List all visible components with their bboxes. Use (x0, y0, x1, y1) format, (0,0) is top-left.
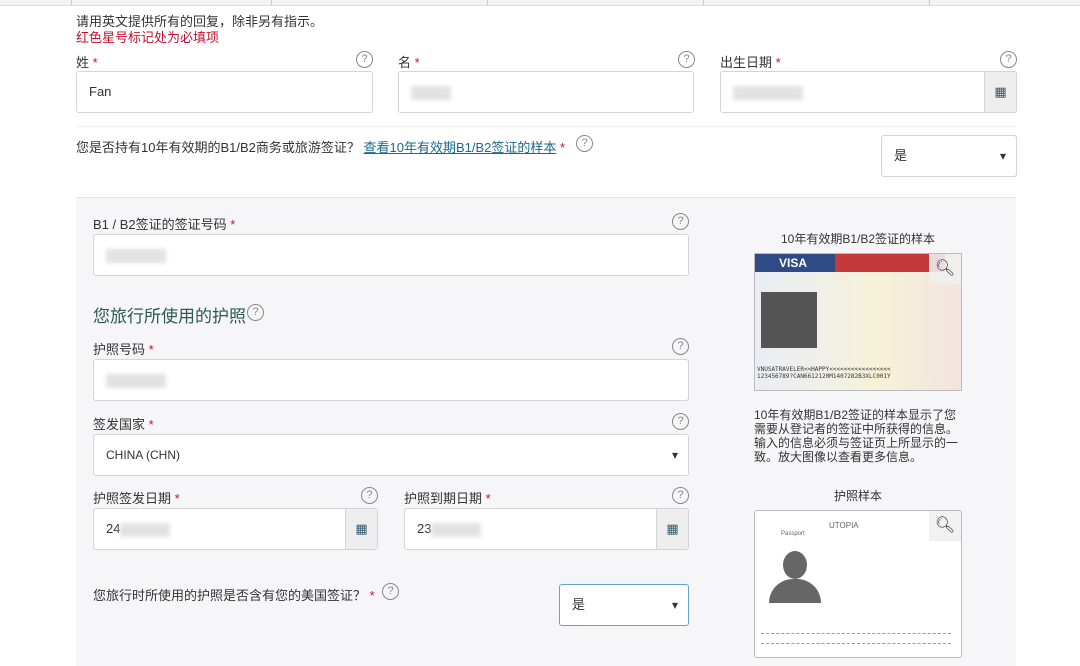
visa-number-label-text: B1 / B2签证的签证号码 (93, 217, 227, 232)
calendar-icon[interactable]: ▦ (984, 72, 1016, 112)
dob-label: 出生日期 * (720, 52, 781, 71)
surname-label-text: 姓 (76, 55, 90, 70)
passport-number-label: 护照号码 * (93, 339, 154, 358)
surname-input[interactable]: Fan (76, 71, 373, 113)
given-name-input[interactable] (398, 71, 694, 113)
visa-header: VISA (755, 254, 835, 272)
visa-photo (761, 292, 817, 348)
tab[interactable] (488, 0, 704, 6)
magnifier-icon[interactable]: 🔍︎ (929, 511, 961, 541)
required-mark: * (230, 217, 236, 232)
avatar-head-icon (783, 551, 807, 579)
required-mark: * (92, 55, 98, 70)
required-mark: * (560, 140, 566, 155)
help-icon[interactable]: ? (356, 51, 373, 68)
required-note: 红色星号标记处为必填项 (76, 30, 220, 45)
issue-date-label: 护照签发日期 * (93, 488, 180, 507)
passport-mrz (761, 633, 951, 635)
redacted-value (106, 248, 166, 263)
issue-date-input[interactable]: 24 ▦ (93, 508, 378, 550)
calendar-icon[interactable]: ▦ (345, 509, 377, 549)
dob-input[interactable]: ▦ (720, 71, 1017, 113)
magnifier-icon[interactable]: 🔍︎ (929, 254, 961, 284)
redacted-value (120, 522, 171, 537)
redacted-value (106, 373, 166, 388)
help-icon[interactable]: ? (361, 487, 378, 504)
visa-mrz: VNUSATRAVELER<<HAPPY<<<<<<<<<<<<<<<<< 123… (757, 366, 891, 380)
visa-mrz-line: VNUSATRAVELER<<HAPPY<<<<<<<<<<<<<<<<< (757, 366, 891, 373)
visa-sample-title: 10年有效期B1/B2签证的样本 (780, 232, 936, 246)
passport-mrz (761, 643, 951, 645)
help-icon[interactable]: ? (1000, 51, 1017, 68)
issue-date-value: 24 (106, 521, 121, 536)
help-icon[interactable]: ? (576, 135, 593, 152)
tab[interactable] (904, 0, 930, 6)
visa-sample-link[interactable]: 查看10年有效期B1/B2签证的样本 (364, 140, 557, 155)
passport-section-title: 您旅行所使用的护照 (93, 302, 246, 327)
help-icon[interactable]: ? (672, 338, 689, 355)
expiry-date-label-text: 护照到期日期 (404, 491, 483, 506)
avatar-body-icon (769, 579, 821, 603)
passport-number-input[interactable] (93, 359, 689, 401)
visa-question-select[interactable]: 是 (881, 135, 1017, 177)
passport-label: Passport (781, 531, 805, 537)
required-mark: * (148, 417, 154, 432)
help-icon[interactable]: ? (672, 413, 689, 430)
passport-number-label-text: 护照号码 (93, 342, 146, 357)
help-icon[interactable]: ? (678, 51, 695, 68)
visa-mrz-line: 123456789?CAN6612120M1407282B3XLC001Y (757, 373, 891, 380)
required-mark: * (369, 588, 375, 603)
issuing-country-label-text: 签发国家 (93, 417, 146, 432)
visa-sample-image[interactable]: VISA VNUSATRAVELER<<HAPPY<<<<<<<<<<<<<<<… (754, 253, 962, 391)
visa-number-label: B1 / B2签证的签证号码 * (93, 214, 235, 233)
expiry-date-value: 23 (417, 521, 432, 536)
dob-label-text: 出生日期 (720, 55, 773, 70)
tab[interactable] (0, 0, 72, 6)
given-name-label: 名 * (398, 52, 420, 71)
divider (76, 126, 1016, 127)
redacted-value (411, 85, 451, 100)
redacted-value (733, 85, 803, 100)
visa-question: 您是否持有10年有效期的B1/B2商务或旅游签证？ 查看10年有效期B1/B2签… (76, 137, 565, 156)
expiry-date-input[interactable]: 23 ▦ (404, 508, 689, 550)
top-tab-strip (0, 0, 1080, 6)
passport-country: UTOPIA (829, 521, 859, 530)
expiry-date-label: 护照到期日期 * (404, 488, 491, 507)
issuing-country-select[interactable]: CHINA (CHN) (93, 434, 689, 476)
redacted-value (431, 522, 482, 537)
visa-sample-description: 10年有效期B1/B2签证的样本显示了您需要从登记者的签证中所获得的信息。输入的… (754, 408, 959, 464)
visa-question-text: 您是否持有10年有效期的B1/B2商务或旅游签证？ (76, 140, 360, 155)
required-mark: * (414, 55, 420, 70)
given-name-label-text: 名 (398, 55, 412, 70)
issuing-country-label: 签发国家 * (93, 414, 154, 433)
required-mark: * (775, 55, 781, 70)
passport-section-title-text: 您旅行所使用的护照 (93, 307, 246, 326)
required-mark: * (485, 491, 491, 506)
contains-visa-text: 您旅行时所使用的护照是否含有您的美国签证？ (93, 588, 367, 603)
help-icon[interactable]: ? (382, 583, 399, 600)
required-mark: * (148, 342, 154, 357)
tab[interactable] (272, 0, 488, 6)
tab[interactable] (72, 0, 272, 6)
passport-sample-image[interactable]: UTOPIA Passport 🔍︎ (754, 510, 962, 658)
passport-sample-title: 护照样本 (833, 489, 882, 503)
contains-visa-select[interactable]: 是 (559, 584, 689, 626)
required-mark: * (174, 491, 180, 506)
help-icon[interactable]: ? (672, 487, 689, 504)
visa-number-input[interactable] (93, 234, 689, 276)
help-icon[interactable]: ? (672, 213, 689, 230)
issue-date-label-text: 护照签发日期 (93, 491, 172, 506)
contains-visa-question: 您旅行时所使用的护照是否含有您的美国签证？ * (93, 585, 375, 604)
surname-label: 姓 * (76, 52, 98, 71)
calendar-icon[interactable]: ▦ (656, 509, 688, 549)
help-icon[interactable]: ? (247, 304, 264, 321)
